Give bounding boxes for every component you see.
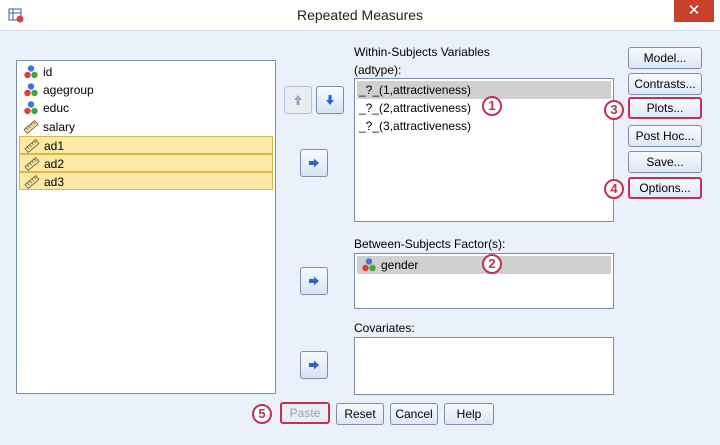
between-subjects-heading: Between-Subjects Factor(s): xyxy=(354,237,506,251)
move-to-within-button[interactable] xyxy=(300,149,328,177)
within-variable-slot[interactable]: _?_(1,attractiveness) xyxy=(357,81,611,99)
move-down-button[interactable] xyxy=(316,86,344,114)
arrow-down-icon xyxy=(326,95,334,105)
variable-name: salary xyxy=(43,119,76,134)
nominal-icon xyxy=(23,100,39,116)
move-to-between-button[interactable] xyxy=(300,267,328,295)
variable-list-item[interactable]: ad1 xyxy=(19,135,273,154)
help-button[interactable]: Help xyxy=(444,403,494,425)
variable-list-item[interactable]: id xyxy=(19,63,273,81)
within-variable-label: _?_(1,attractiveness) xyxy=(359,83,472,97)
arrow-up-icon xyxy=(294,95,302,105)
variable-name: id xyxy=(43,65,53,79)
within-variable-label: _?_(3,attractiveness) xyxy=(359,119,472,133)
save-button[interactable]: Save... xyxy=(628,151,702,173)
variable-list-item[interactable]: educ xyxy=(19,99,273,117)
reset-button[interactable]: Reset xyxy=(336,403,384,425)
covariates-heading: Covariates: xyxy=(354,321,415,335)
within-variable-slot[interactable]: _?_(3,attractiveness) xyxy=(357,117,611,135)
callout-badge-3: 3 xyxy=(604,100,624,120)
covariates-list[interactable] xyxy=(354,337,614,395)
move-up-button[interactable] xyxy=(284,86,312,114)
between-factor-label: gender xyxy=(381,258,419,272)
source-variable-list[interactable]: id agegroup educ salary ad1 ad2 ad3 xyxy=(16,60,276,394)
title-bar: Repeated Measures ✕ xyxy=(0,0,720,31)
variable-name: ad3 xyxy=(44,175,65,190)
variable-list-item[interactable]: ad3 xyxy=(19,172,273,191)
arrow-right-icon xyxy=(309,360,319,370)
arrow-right-icon xyxy=(309,276,319,286)
close-button[interactable]: ✕ xyxy=(674,0,714,22)
callout-badge-2: 2 xyxy=(482,254,502,274)
model-button[interactable]: Model... xyxy=(628,47,702,69)
variable-name: ad2 xyxy=(44,157,65,171)
variable-list-item[interactable]: salary xyxy=(19,118,273,136)
cancel-button[interactable]: Cancel xyxy=(390,403,438,425)
move-to-covariates-button[interactable] xyxy=(300,351,328,379)
dialog-body: id agegroup educ salary ad1 ad2 ad3 Within-Sub… xyxy=(0,30,720,445)
options-button[interactable]: Options... xyxy=(628,177,702,199)
callout-badge-5: 5 xyxy=(252,404,272,424)
nominal-icon xyxy=(23,64,39,80)
scale-icon xyxy=(24,174,40,190)
nominal-icon xyxy=(361,257,377,273)
plots-button[interactable]: Plots... xyxy=(628,97,702,119)
arrow-right-icon xyxy=(309,158,319,168)
close-icon: ✕ xyxy=(687,2,701,19)
contrasts-button[interactable]: Contrasts... xyxy=(628,73,702,95)
scale-icon xyxy=(24,156,40,172)
scale-icon xyxy=(23,119,39,135)
within-subjects-heading: Within-Subjects Variables xyxy=(354,45,490,59)
nominal-icon xyxy=(23,82,39,98)
within-factor-name: (adtype): xyxy=(354,63,402,77)
callout-badge-1: 1 xyxy=(482,96,502,116)
variable-list-item[interactable]: agegroup xyxy=(19,81,273,99)
scale-icon xyxy=(24,138,40,154)
within-variable-label: _?_(2,attractiveness) xyxy=(359,101,472,115)
variable-name: educ xyxy=(43,101,70,116)
window-title: Repeated Measures xyxy=(296,7,424,23)
variable-list-item[interactable]: ad2 xyxy=(19,154,273,172)
post-hoc-button[interactable]: Post Hoc... xyxy=(628,125,702,147)
variable-name: agegroup xyxy=(43,83,94,98)
paste-button[interactable]: Paste xyxy=(280,402,330,424)
variable-name: ad1 xyxy=(44,138,65,153)
callout-badge-4: 4 xyxy=(604,179,624,199)
